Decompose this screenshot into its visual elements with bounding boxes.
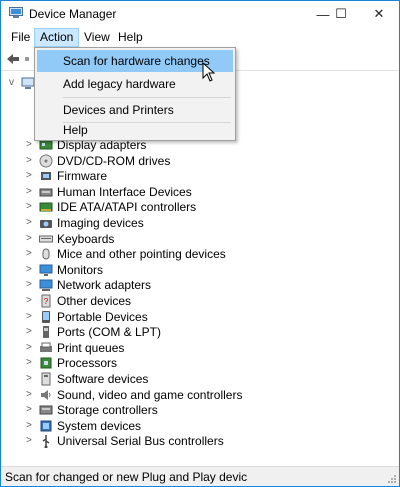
tree-item[interactable]: > System devices xyxy=(1,418,399,434)
device-manager-app-icon xyxy=(9,7,23,18)
system-device-icon xyxy=(40,420,52,432)
tree-item-label: Print queues xyxy=(57,340,125,355)
close-button[interactable]: ✕ xyxy=(360,1,398,27)
tree-item-label: Keyboards xyxy=(57,231,115,246)
mouse-icon xyxy=(42,248,50,260)
resize-grip-icon[interactable] xyxy=(387,474,397,484)
menu-action[interactable]: Action xyxy=(34,28,80,47)
other-devices-icon: ? xyxy=(41,294,51,308)
tree-item[interactable]: > Keyboards xyxy=(1,231,399,247)
menu-file[interactable]: File xyxy=(6,28,35,47)
expand-chevron-icon[interactable]: > xyxy=(26,155,36,167)
expand-chevron-icon[interactable]: > xyxy=(26,295,36,307)
tree-item-label: Mice and other pointing devices xyxy=(57,247,226,262)
tree-item-label: Ports (COM & LPT) xyxy=(57,325,162,340)
usb-icon xyxy=(42,435,50,449)
tree-item[interactable]: > IDE ATA/ATAPI controllers xyxy=(1,199,399,215)
tree-item[interactable]: > Firmware xyxy=(1,168,399,184)
tree-item[interactable]: > DVD/CD-ROM drives xyxy=(1,153,399,169)
sound-icon xyxy=(41,389,51,400)
status-text: Scan for changed or new Plug and Play de… xyxy=(5,470,248,484)
monitor-icon xyxy=(39,264,53,276)
expand-chevron-icon[interactable]: > xyxy=(26,311,36,323)
svg-text:?: ? xyxy=(44,297,49,306)
device-manager-window: Device Manager — ☐ ✕ File Action View He… xyxy=(0,0,400,487)
menu-view[interactable]: View xyxy=(79,28,115,47)
expand-chevron-icon[interactable]: > xyxy=(26,217,36,229)
tree-item[interactable]: > Storage controllers xyxy=(1,402,399,418)
print-queue-icon xyxy=(40,342,52,352)
expand-chevron-icon[interactable]: > xyxy=(26,186,36,198)
expand-chevron-icon[interactable]: > xyxy=(26,420,36,432)
expand-chevron-icon[interactable]: > xyxy=(26,373,36,385)
tree-item-label: Storage controllers xyxy=(57,403,158,418)
tree-item[interactable]: > Mice and other pointing devices xyxy=(1,246,399,262)
forward-arrow-icon[interactable] xyxy=(23,51,33,67)
expand-chevron-icon[interactable]: > xyxy=(26,435,36,447)
mouse-cursor-icon xyxy=(202,62,216,82)
hid-icon xyxy=(39,188,53,197)
menu-item-help[interactable]: Help xyxy=(37,119,233,141)
tree-item-label: Network adapters xyxy=(57,278,152,293)
tree-item-label: Processors xyxy=(57,356,118,371)
status-bar: Scan for changed or new Plug and Play de… xyxy=(1,466,399,486)
back-arrow-icon[interactable] xyxy=(5,51,21,67)
expand-chevron-icon[interactable]: > xyxy=(26,264,36,276)
tree-item-label: Monitors xyxy=(57,262,104,277)
ide-controller-icon xyxy=(39,202,53,212)
tree-item-label: Sound, video and game controllers xyxy=(57,387,243,402)
tree-item-label: Other devices xyxy=(57,294,132,308)
expand-chevron-icon[interactable]: > xyxy=(26,404,36,416)
expand-chevron-icon[interactable]: > xyxy=(26,248,36,260)
expand-chevron-icon[interactable]: > xyxy=(26,201,36,213)
tree-item[interactable]: > Monitors xyxy=(1,262,399,278)
tree-item[interactable]: > Print queues xyxy=(1,340,399,356)
storage-controller-icon xyxy=(39,405,53,415)
tree-item-label: System devices xyxy=(57,418,142,433)
tree-item[interactable]: > Universal Serial Bus controllers xyxy=(1,433,399,449)
menu-bar: File Action View Help xyxy=(1,28,399,47)
tree-item-label: Imaging devices xyxy=(57,216,144,230)
expand-chevron-icon[interactable]: > xyxy=(26,170,36,182)
expand-chevron-icon[interactable]: > xyxy=(26,279,36,291)
expand-chevron-icon[interactable]: > xyxy=(26,233,36,245)
tree-item[interactable]: > Imaging devices xyxy=(1,215,399,231)
tree-item[interactable]: > Network adapters xyxy=(1,277,399,293)
menu-item-devices-and-printers[interactable]: Devices and Printers xyxy=(37,99,233,121)
keyboard-icon xyxy=(39,235,53,243)
tree-item[interactable]: > Human Interface Devices xyxy=(1,184,399,200)
expand-chevron-icon[interactable]: > xyxy=(26,389,36,401)
expand-chevron-icon[interactable]: > xyxy=(26,357,36,369)
tree-item[interactable]: > Processors xyxy=(1,355,399,371)
tree-item[interactable]: > Sound, video and game controllers xyxy=(1,387,399,403)
menu-help[interactable]: Help xyxy=(113,28,148,47)
tree-item-label: DVD/CD-ROM drives xyxy=(57,153,171,168)
maximize-button[interactable]: ☐ xyxy=(322,1,360,27)
tree-item[interactable]: > Portable Devices xyxy=(1,309,399,325)
dvd-drive-icon xyxy=(39,154,53,168)
network-adapter-icon xyxy=(39,279,53,292)
tree-item[interactable]: >? Other devices xyxy=(1,293,399,309)
tree-item-label: Portable Devices xyxy=(57,309,148,324)
tree-item[interactable]: > Software devices xyxy=(1,371,399,387)
tree-item-label: Universal Serial Bus controllers xyxy=(57,434,224,449)
tree-item-label: Firmware xyxy=(57,169,107,184)
menu-separator xyxy=(63,97,231,98)
processor-icon xyxy=(40,357,52,369)
firmware-icon xyxy=(41,172,51,181)
tree-item[interactable]: > Ports (COM & LPT) xyxy=(1,324,399,340)
tree-item-label: IDE ATA/ATAPI controllers xyxy=(57,200,197,215)
ports-icon xyxy=(43,326,49,339)
tree-item-label: Software devices xyxy=(57,372,149,386)
window-title: Device Manager xyxy=(29,7,117,21)
computer-icon xyxy=(21,77,35,89)
collapse-chevron-icon[interactable]: v xyxy=(9,77,19,89)
software-device-icon xyxy=(41,372,51,386)
imaging-device-icon xyxy=(40,220,52,228)
expand-chevron-icon[interactable]: > xyxy=(26,326,36,338)
expand-chevron-icon[interactable]: > xyxy=(26,342,36,354)
title-bar[interactable]: Device Manager — ☐ ✕ xyxy=(1,1,399,27)
portable-device-icon xyxy=(42,310,50,323)
tree-item-label: Human Interface Devices xyxy=(57,184,192,199)
